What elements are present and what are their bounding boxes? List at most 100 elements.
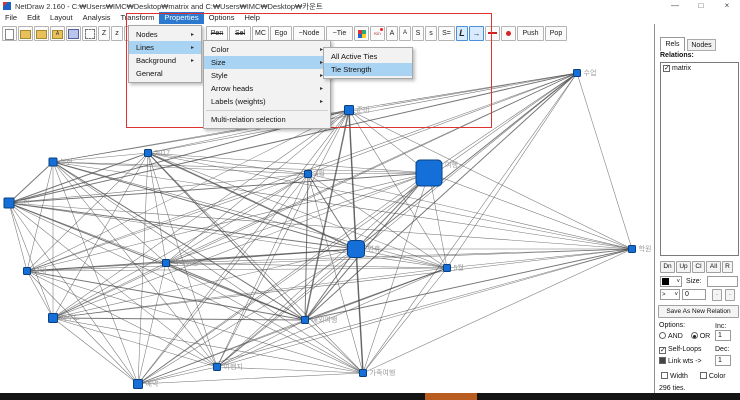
line-color-dropdown[interactable]: ˅ — [660, 276, 682, 287]
graph-node-2017[interactable] — [145, 150, 152, 157]
graph-node-예약[interactable] — [134, 380, 143, 389]
graph-node-label: 가족여행 — [370, 368, 396, 377]
taskbar[interactable] — [0, 393, 740, 400]
graph-node-해외여행[interactable] — [302, 317, 309, 324]
relations-listbox[interactable]: matrix — [660, 62, 739, 256]
graph-edge — [9, 173, 429, 203]
menu-file[interactable]: File — [0, 12, 22, 24]
self-loops-checkbox[interactable] — [659, 347, 666, 354]
toolbar-button-pop[interactable]: Pop — [545, 26, 567, 41]
graph-node-가족여행[interactable] — [360, 370, 367, 377]
toolbar-button-z[interactable]: z — [111, 26, 123, 41]
menu-item-color[interactable]: Color▸ — [204, 43, 330, 56]
toolbar-button-z[interactable]: Z — [98, 26, 110, 41]
chevron-right-icon: ▸ — [191, 44, 194, 51]
graph-node-수업[interactable] — [574, 70, 581, 77]
panel-button-up[interactable]: Up — [676, 261, 691, 273]
graph-node-제주도[interactable] — [49, 314, 58, 323]
taskbar-accent-segment — [425, 393, 477, 400]
maximize-button[interactable]: □ — [688, 0, 714, 12]
new-file-icon[interactable] — [2, 26, 17, 41]
width-color-row: Width Color — [661, 372, 726, 380]
selection-box-icon[interactable] — [82, 26, 97, 41]
graph-edge — [166, 263, 217, 367]
menu-item-labels-weights-[interactable]: Labels (weights)▸ — [204, 95, 330, 108]
menu-item-multi-relation-selection[interactable]: Multi-relation selection — [204, 113, 330, 126]
threshold-op-dropdown[interactable]: >˅ — [660, 289, 680, 300]
graph-node-label: 국내 — [34, 266, 47, 275]
close-button[interactable]: × — [714, 0, 740, 12]
menu-separator — [206, 110, 328, 111]
and-radio[interactable] — [659, 332, 666, 339]
size-label: Size: — [686, 278, 702, 285]
graph-node-부산[interactable] — [49, 158, 57, 166]
graph-edge — [53, 174, 308, 318]
graph-edge — [305, 249, 632, 320]
menu-item-lines[interactable]: Lines▸ — [129, 41, 201, 54]
graph-node-label: 추천 — [17, 198, 30, 207]
link-wts-checkbox[interactable] — [659, 357, 666, 364]
menu-item-size[interactable]: Size▸ — [204, 56, 330, 69]
tab-rels[interactable]: Rels — [660, 37, 685, 51]
graph-node-연휴[interactable] — [348, 241, 365, 258]
toolbar-button-push[interactable]: Push — [517, 26, 544, 41]
menu-layout[interactable]: Layout — [45, 12, 78, 24]
minimize-button[interactable]: — — [662, 0, 688, 12]
graph-node-여행지[interactable] — [214, 364, 221, 371]
color-swatch — [662, 278, 669, 285]
or-radio[interactable] — [691, 332, 698, 339]
menu-item-style[interactable]: Style▸ — [204, 69, 330, 82]
properties-menu: Nodes▸Lines▸Background▸General — [128, 25, 202, 83]
threshold-value-input[interactable]: 0 — [682, 289, 706, 300]
menu-item-nodes[interactable]: Nodes▸ — [129, 28, 201, 41]
graph-node-5월[interactable] — [444, 265, 451, 272]
open-folder-icon[interactable] — [18, 26, 33, 41]
inc-input[interactable]: 1 — [715, 330, 731, 341]
relation-checkbox[interactable] — [663, 65, 670, 72]
menu-item-arrow-heads[interactable]: Arrow heads▸ — [204, 82, 330, 95]
save-as-new-relation-button[interactable]: Save As New Relation — [658, 305, 739, 318]
graph-edge — [9, 203, 27, 271]
chevron-right-icon: ▸ — [191, 57, 194, 64]
graph-node-학원[interactable] — [629, 246, 636, 253]
size-submenu: All Active TiesTie Strength — [323, 47, 413, 79]
size-input[interactable] — [707, 276, 738, 287]
folder-attributes-icon[interactable]: A — [50, 26, 65, 41]
panel-button-r[interactable]: R — [722, 261, 733, 273]
graph-node-label: 여행 — [445, 160, 458, 169]
graph-edge — [9, 174, 308, 203]
graph-node-여행[interactable] — [416, 160, 442, 186]
menu-analysis[interactable]: Analysis — [78, 12, 116, 24]
menu-edit[interactable]: Edit — [22, 12, 45, 24]
panel-button-dn[interactable]: Dn — [660, 261, 675, 273]
spinner-up-button[interactable]: · — [712, 289, 722, 301]
graph-edge — [363, 249, 632, 373]
red-dot-icon[interactable] — [501, 26, 516, 41]
graph-node-추천[interactable] — [4, 198, 14, 208]
menu-item-general[interactable]: General — [129, 67, 201, 80]
panel-button-all[interactable]: All — [706, 261, 721, 273]
window-title: NetDraw 2.160 - C:₩Users₩IMC₩Desktop₩mat… — [15, 1, 323, 12]
spinner-down-button[interactable]: · — [725, 289, 735, 301]
relation-item-matrix[interactable]: matrix — [661, 63, 738, 74]
graph-edge — [27, 271, 53, 318]
lines-submenu: Color▸Size▸Style▸Arrow heads▸Labels (wei… — [203, 40, 331, 129]
monitor-icon[interactable] — [66, 26, 81, 41]
graph-node-label: 여행지 — [224, 362, 243, 371]
tab-nodes[interactable]: Nodes — [687, 39, 716, 51]
graph-node-label: 5월 — [454, 263, 464, 272]
graph-node-4월[interactable] — [305, 171, 312, 178]
relations-panel: Rels Nodes Relations: matrix DnUpClAllR … — [654, 24, 740, 393]
folder-icon[interactable] — [34, 26, 49, 41]
color-checkbox[interactable] — [700, 372, 707, 379]
graph-node-국내여행[interactable] — [163, 260, 170, 267]
menu-item-tie-strength[interactable]: Tie Strength — [324, 63, 412, 76]
width-checkbox[interactable] — [661, 372, 668, 379]
dec-input[interactable]: 1 — [715, 355, 731, 366]
graph-node-국내[interactable] — [24, 268, 31, 275]
menu-item-background[interactable]: Background▸ — [129, 54, 201, 67]
panel-button-cl[interactable]: Cl — [692, 261, 705, 273]
graph-node-label: 수업 — [584, 69, 597, 77]
graph-node-label: 해외여행 — [312, 315, 338, 324]
menu-item-all-active-ties[interactable]: All Active Ties — [324, 50, 412, 63]
